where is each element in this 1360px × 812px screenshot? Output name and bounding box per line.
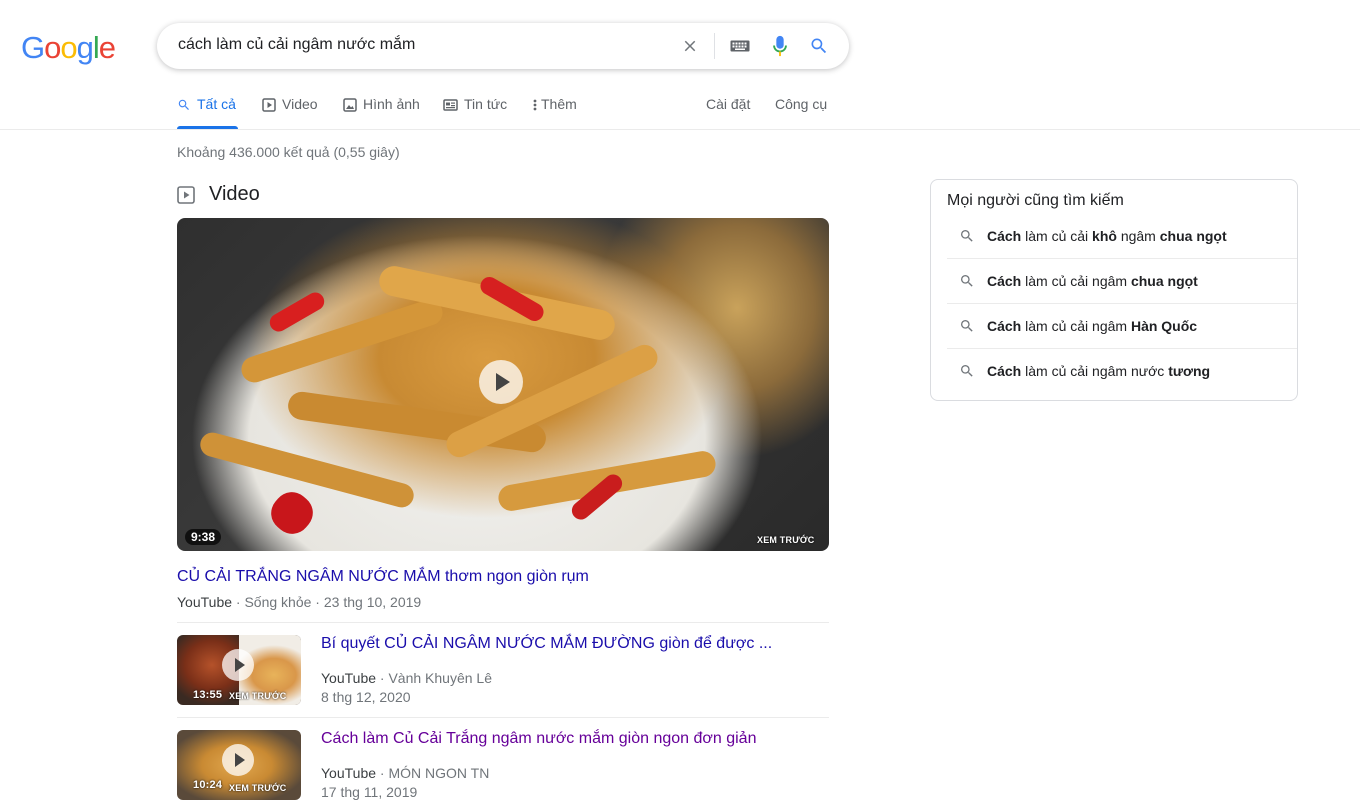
main-video-title[interactable]: CỦ CẢI TRẮNG NGÂM NƯỚC MẮM thơm ngon giò… [177, 568, 589, 586]
tab-label: Tất cả [197, 96, 236, 112]
video-source: YouTube [321, 765, 377, 781]
chili-slice [266, 289, 328, 335]
search-icon [178, 99, 189, 110]
video-title[interactable]: Bí quyết CỦ CẢI NGÂM NƯỚC MẮM ĐƯỜNG giòn… [321, 635, 772, 653]
related-search-item[interactable]: Cách làm củ cải ngâm nước tương [947, 348, 1297, 393]
related-search-text: Cách làm củ cải ngâm chua ngọt [987, 273, 1198, 289]
keyboard-icon[interactable] [727, 23, 753, 69]
search-input[interactable]: cách làm củ cải ngâm nước mắm [178, 36, 415, 54]
text-bold: tương [1168, 362, 1211, 379]
text-bold: chua ngọt [1159, 227, 1227, 244]
search-icon [947, 273, 987, 289]
image-icon [343, 98, 357, 112]
related-searches-heading: Mọi người cũng tìm kiếm [947, 192, 1124, 209]
text-normal: làm củ cải [1021, 227, 1093, 244]
search-icon[interactable] [806, 23, 832, 69]
tab-more[interactable]: Thêm [533, 96, 577, 129]
video-duration: 9:38 [185, 529, 222, 545]
main-video-meta: YouTube · Sống khỏe · 23 thg 10, 2019 [177, 594, 422, 610]
video-thumbnail[interactable]: 13:55 XEM TRƯỚC [177, 635, 301, 705]
logo-letter: o [44, 30, 61, 65]
tab-news[interactable]: Tin tức [443, 96, 507, 129]
main-video-thumbnail[interactable]: 9:38 XEM TRƯỚC [177, 218, 829, 551]
tab-all[interactable]: Tất cả [177, 96, 238, 129]
preview-label: XEM TRƯỚC [229, 691, 287, 701]
divider [177, 717, 829, 718]
play-button[interactable] [479, 360, 523, 404]
food-strip [442, 340, 662, 462]
logo-letter: o [60, 30, 77, 65]
google-logo[interactable]: Google [21, 30, 116, 66]
tools-link[interactable]: Công cụ [775, 96, 827, 129]
text-bold: Cách [987, 272, 1022, 289]
video-meta: YouTube · Vành Khuyên Lê [321, 670, 492, 686]
tab-label: Tin tức [464, 96, 508, 112]
video-date: 23 thg 10, 2019 [323, 594, 422, 610]
food-strip [197, 429, 417, 511]
tab-label: Video [282, 96, 318, 112]
video-duration: 13:55 [193, 689, 223, 701]
mic-icon[interactable] [767, 23, 793, 69]
video-date: 17 thg 11, 2019 [321, 784, 418, 800]
tab-label: Hình ảnh [363, 96, 420, 112]
search-icon [947, 363, 987, 379]
text-normal: làm củ cải ngâm nước [1021, 362, 1169, 379]
news-icon [443, 99, 458, 111]
logo-letter: g [76, 30, 94, 65]
video-channel: Sống khỏe [244, 594, 312, 610]
video-channel: Vành Khuyên Lê [388, 670, 492, 686]
video-source: YouTube [177, 594, 233, 610]
food-strip [238, 296, 446, 386]
video-date: 8 thg 12, 2020 [321, 689, 411, 705]
divider [177, 622, 829, 623]
video-title[interactable]: Cách làm Củ Cải Trắng ngâm nước mắm giòn… [321, 730, 756, 748]
close-icon[interactable] [677, 23, 703, 69]
text-normal: làm củ cải ngâm [1021, 272, 1131, 289]
related-search-text: Cách làm củ cải khô ngâm chua ngọt [987, 228, 1227, 244]
text-normal: ngâm [1116, 227, 1160, 244]
related-search-text: Cách làm củ cải ngâm Hàn Quốc [987, 318, 1197, 334]
video-source: YouTube [321, 670, 377, 686]
play-button[interactable] [222, 744, 254, 776]
search-icon [947, 228, 987, 244]
search-icon [947, 318, 987, 334]
logo-letter: G [21, 30, 45, 65]
play-button[interactable] [222, 649, 254, 681]
text-bold: Cách [987, 362, 1022, 379]
text-bold: Cách [987, 317, 1022, 334]
text-bold: Cách [987, 227, 1022, 244]
video-section-heading: Video [177, 183, 260, 206]
play-icon [177, 185, 195, 204]
text-bold: khô [1092, 227, 1117, 244]
related-search-item[interactable]: Cách làm củ cải ngâm Hàn Quốc [947, 303, 1297, 348]
related-search-item[interactable]: Cách làm củ cải khô ngâm chua ngọt [947, 213, 1297, 258]
video-thumbnail[interactable]: 10:24 XEM TRƯỚC [177, 730, 301, 800]
chili-slice [263, 484, 321, 542]
related-searches-panel: Mọi người cũng tìm kiếm Cách làm củ cải … [930, 179, 1298, 401]
tab-images[interactable]: Hình ảnh [343, 96, 420, 129]
video-channel: MÓN NGON TN [388, 765, 490, 781]
search-divider [714, 33, 715, 59]
text-bold: chua ngọt [1130, 272, 1198, 289]
tab-label: Thêm [541, 96, 577, 112]
search-box[interactable]: cách làm củ cải ngâm nước mắm [157, 23, 849, 69]
video-duration: 10:24 [193, 779, 223, 791]
logo-letter: e [98, 30, 116, 65]
header-divider [0, 129, 1360, 130]
more-vert-icon [533, 99, 537, 111]
related-search-text: Cách làm củ cải ngâm nước tương [987, 363, 1210, 379]
result-stats: Khoảng 436.000 kết quả (0,55 giây) [177, 144, 400, 160]
related-search-item[interactable]: Cách làm củ cải ngâm chua ngọt [947, 258, 1297, 303]
tab-video[interactable]: Video [262, 96, 318, 129]
preview-label: XEM TRƯỚC [757, 535, 815, 545]
video-meta: YouTube · MÓN NGON TN [321, 765, 490, 781]
preview-label: XEM TRƯỚC [229, 783, 287, 793]
text-bold: Hàn Quốc [1130, 317, 1198, 334]
play-icon [262, 98, 276, 112]
section-title: Video [209, 183, 260, 205]
text-normal: làm củ cải ngâm [1021, 317, 1131, 334]
settings-link[interactable]: Cài đặt [706, 96, 750, 129]
